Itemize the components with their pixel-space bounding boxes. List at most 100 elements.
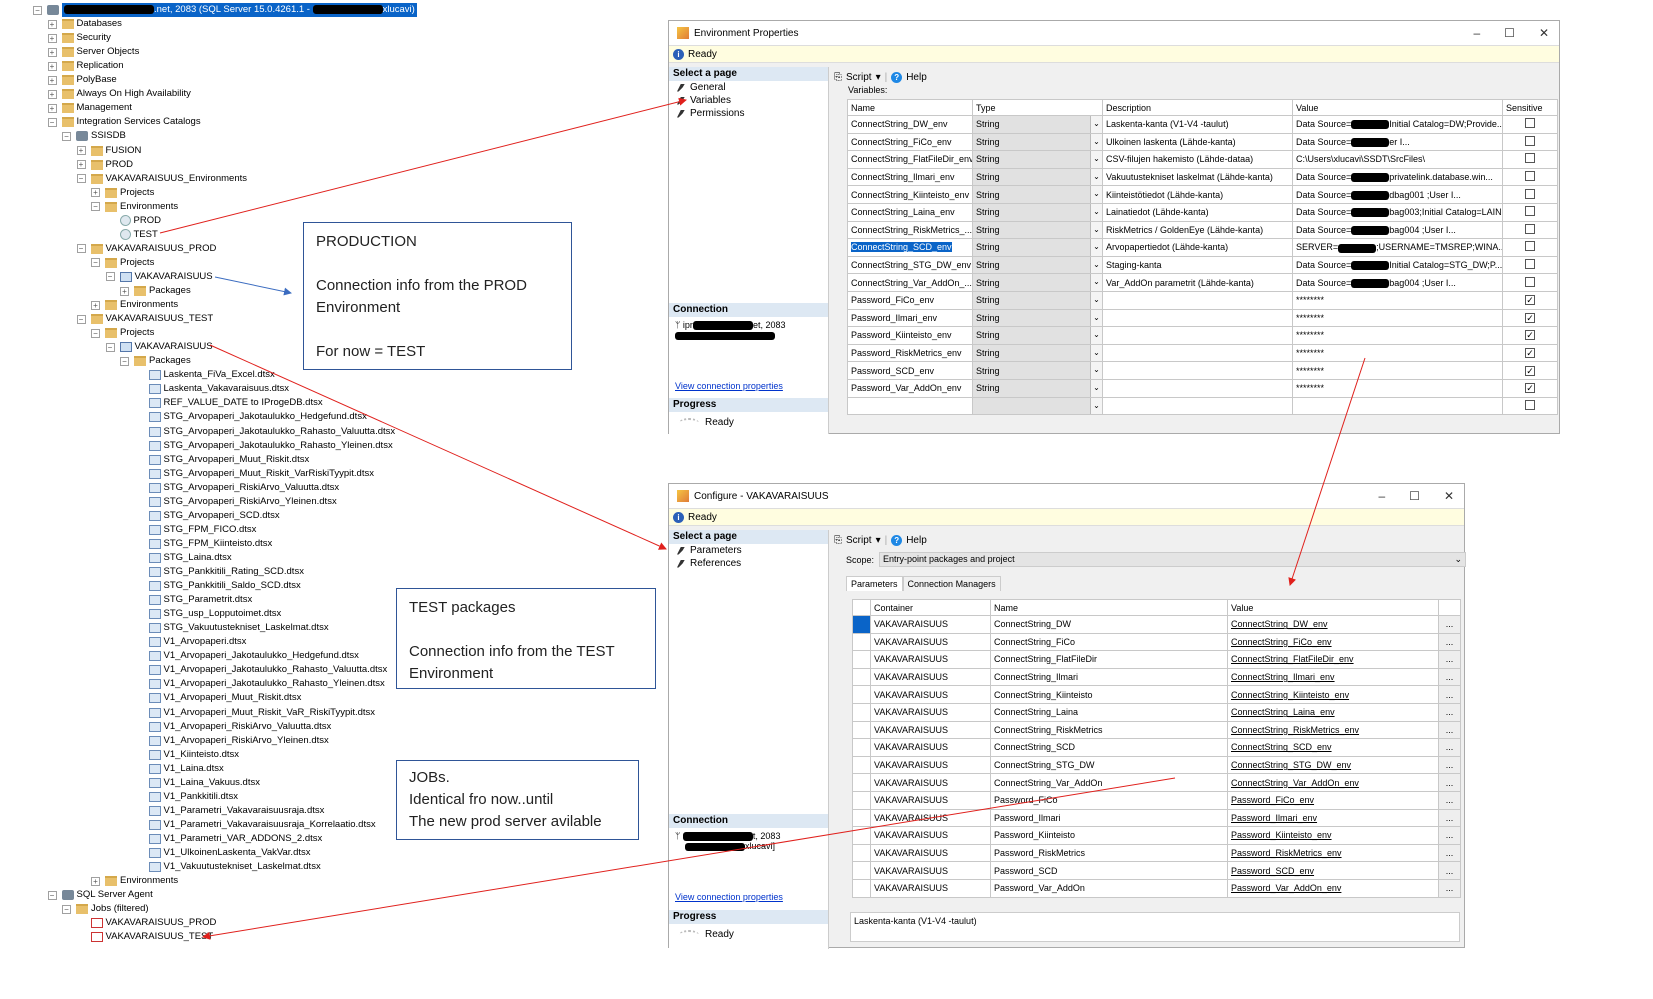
page-general[interactable]: General bbox=[669, 81, 828, 94]
tree-node[interactable]: − VAKAVARAISUUS_Environments bbox=[76, 172, 247, 186]
variable-value[interactable]: Data Source= dbag001 ;User I... bbox=[1292, 185, 1503, 204]
row-header[interactable] bbox=[852, 615, 871, 634]
edit-value-button[interactable]: ... bbox=[1438, 790, 1461, 810]
page-variables[interactable]: Variables bbox=[669, 94, 828, 107]
variable-name[interactable]: ConnectString_DW_env bbox=[847, 115, 973, 134]
sensitive-checkbox[interactable] bbox=[1525, 241, 1535, 252]
table-row[interactable]: VAKAVARAISUUS ConnectString_DW ConnectStri… bbox=[852, 615, 1461, 634]
edit-value-button[interactable]: ... bbox=[1438, 861, 1461, 880]
page-references[interactable]: References bbox=[669, 557, 828, 570]
expand-icon[interactable]: + bbox=[91, 876, 100, 886]
tree-node[interactable]: − Projects bbox=[91, 256, 154, 270]
variable-description[interactable] bbox=[1102, 361, 1293, 380]
chevron-down-icon[interactable]: ⌄ bbox=[1090, 310, 1102, 326]
chevron-down-icon[interactable]: ⌄ bbox=[1090, 169, 1102, 185]
variable-name[interactable]: ConnectString_STG_DW_env bbox=[847, 255, 973, 275]
table-row[interactable]: VAKAVARAISUUS ConnectString_Var_AddOn Conn… bbox=[852, 773, 1461, 792]
edit-value-button[interactable]: ... bbox=[1438, 773, 1461, 792]
tree-node[interactable]: V1_Parametri_VAR_ADDONS_2.dtsx bbox=[135, 832, 322, 846]
column-header[interactable]: Container bbox=[870, 599, 991, 616]
sensitive-checkbox[interactable]: ✓ bbox=[1525, 365, 1535, 376]
variable-type-select[interactable]: String ⌄ bbox=[972, 220, 1103, 240]
tree-node[interactable]: STG_Arvopaperi_Jakotaulukko_Rahasto_Ylei… bbox=[135, 439, 393, 453]
tree-node[interactable]: V1_Parametri_Vakavaraisuusraja.dtsx bbox=[135, 804, 324, 818]
tree-node[interactable]: − Jobs (filtered) bbox=[62, 902, 149, 916]
row-header[interactable] bbox=[852, 720, 871, 740]
variable-type-select[interactable]: String ⌄ bbox=[972, 378, 1103, 398]
table-row[interactable]: VAKAVARAISUUS Password_Ilmari Password_Ilm… bbox=[852, 808, 1461, 828]
chevron-down-icon[interactable]: ⌄ bbox=[1090, 362, 1102, 379]
tree-node[interactable]: REF_VALUE_DATE to IProgeDB.dtsx bbox=[135, 396, 323, 410]
variable-value[interactable]: ******** bbox=[1292, 378, 1503, 398]
row-header[interactable] bbox=[852, 861, 871, 880]
row-header[interactable] bbox=[852, 755, 871, 775]
table-row[interactable]: Password_RiskMetrics_env String ⌄ ******** ✓ bbox=[847, 343, 1558, 363]
variable-type-select[interactable]: String ⌄ bbox=[972, 255, 1103, 275]
table-row[interactable]: VAKAVARAISUUS Password_Kiinteisto Password… bbox=[852, 826, 1461, 845]
row-header[interactable] bbox=[852, 826, 871, 845]
chevron-down-icon[interactable]: ⌄ bbox=[1090, 116, 1102, 133]
table-row[interactable]: ConnectString_SCD_env String ⌄ Arvopapertie… bbox=[847, 238, 1558, 257]
collapse-icon[interactable]: − bbox=[120, 356, 129, 366]
tree-node[interactable]: + Packages bbox=[120, 284, 191, 298]
table-row[interactable]: VAKAVARAISUUS ConnectString_STG_DW Connect… bbox=[852, 755, 1461, 775]
expand-icon[interactable]: + bbox=[76, 160, 86, 170]
expand-icon[interactable]: + bbox=[91, 188, 100, 198]
table-row[interactable]: ConnectString_Laina_env String ⌄ Lainatiedo… bbox=[847, 202, 1558, 222]
tree-node[interactable]: − VAKAVARAISUUS_TEST bbox=[76, 312, 213, 326]
parameter-value[interactable]: Password_FiCo_env bbox=[1227, 790, 1439, 810]
table-row[interactable]: VAKAVARAISUUS ConnectString_Ilmari Connect… bbox=[852, 667, 1461, 687]
tree-node[interactable]: − VAKAVARAISUUS bbox=[105, 340, 213, 354]
variable-description[interactable] bbox=[1102, 326, 1293, 345]
edit-value-button[interactable]: ... bbox=[1438, 808, 1461, 828]
tree-node[interactable]: + Databases bbox=[47, 17, 122, 31]
tree-node[interactable]: V1_Arvopaperi_Jakotaulukko_Rahasto_Ylein… bbox=[135, 677, 385, 691]
parameter-value[interactable]: ConnectString_SCD_env bbox=[1227, 738, 1439, 757]
edit-value-button[interactable]: ... bbox=[1438, 826, 1461, 845]
parameter-value[interactable]: Password_SCD_env bbox=[1227, 861, 1439, 880]
variable-description[interactable] bbox=[1102, 396, 1293, 416]
server-label[interactable]: .net, 2083 (SQL Server 15.0.4261.1 - xlu… bbox=[62, 3, 417, 17]
chevron-down-icon[interactable]: ⌄ bbox=[1090, 257, 1102, 273]
edit-value-button[interactable]: ... bbox=[1438, 738, 1461, 757]
sensitive-checkbox[interactable] bbox=[1525, 206, 1535, 217]
collapse-icon[interactable]: − bbox=[91, 328, 100, 338]
variable-name[interactable]: Password_FiCo_env bbox=[847, 290, 973, 310]
tree-node[interactable]: STG_Arvopaperi_Muut_Riskit_VarRiskiTyypi… bbox=[135, 467, 374, 481]
parameter-value[interactable]: ConnectString_Var_AddOn_env bbox=[1227, 773, 1439, 792]
table-row[interactable]: VAKAVARAISUUS ConnectString_FiCo ConnectSt… bbox=[852, 632, 1461, 652]
collapse-icon[interactable]: − bbox=[91, 258, 100, 268]
tree-node[interactable]: Laskenta_Vakavaraisuus.dtsx bbox=[135, 382, 289, 396]
collapse-icon[interactable]: − bbox=[33, 5, 42, 15]
tree-node[interactable]: STG_Parametrit.dtsx bbox=[135, 593, 252, 607]
table-row[interactable]: VAKAVARAISUUS ConnectString_Kiinteisto Con… bbox=[852, 685, 1461, 704]
script-button[interactable]: Script bbox=[846, 535, 872, 546]
variable-name[interactable]: ConnectString_SCD_env bbox=[847, 238, 973, 257]
variable-value[interactable]: C:\Users\xlucavi\SSDT\SrcFiles\ bbox=[1292, 150, 1503, 169]
edit-value-button[interactable]: ... bbox=[1438, 843, 1461, 863]
table-row[interactable]: ConnectString_Kiinteisto_env String ⌄ Kiint… bbox=[847, 185, 1558, 204]
variable-name[interactable]: Password_Var_AddOn_env bbox=[847, 378, 973, 398]
variable-name[interactable]: ConnectString_FlatFileDir_env bbox=[847, 150, 973, 169]
sensitive-checkbox[interactable] bbox=[1525, 399, 1535, 410]
table-row[interactable]: VAKAVARAISUUS Password_RiskMetrics Passwor… bbox=[852, 843, 1461, 863]
chevron-down-icon[interactable]: ⌄ bbox=[1090, 292, 1102, 309]
chevron-down-icon[interactable]: ⌄ bbox=[1090, 222, 1102, 238]
column-header[interactable]: Description bbox=[1102, 99, 1293, 116]
row-header[interactable] bbox=[852, 878, 871, 898]
collapse-icon[interactable]: − bbox=[76, 174, 86, 184]
chevron-down-icon[interactable]: ⌄ bbox=[1090, 380, 1102, 397]
collapse-icon[interactable]: − bbox=[76, 244, 86, 254]
chevron-down-icon[interactable]: ⌄ bbox=[1090, 274, 1102, 291]
variable-type-select[interactable]: String ⌄ bbox=[972, 326, 1103, 345]
variable-type-select[interactable]: String ⌄ bbox=[972, 273, 1103, 292]
tree-node[interactable]: + Environments bbox=[91, 298, 178, 312]
tree-node[interactable]: STG_usp_Lopputoimet.dtsx bbox=[135, 607, 281, 621]
variable-description[interactable] bbox=[1102, 290, 1293, 310]
tree-node[interactable]: + Replication bbox=[47, 59, 124, 73]
scope-select[interactable]: Entry-point packages and project ⌄ bbox=[879, 552, 1466, 567]
parameter-value[interactable]: Password_RiskMetrics_env bbox=[1227, 843, 1439, 863]
variable-value[interactable]: ******** bbox=[1292, 361, 1503, 380]
tree-node[interactable]: TEST bbox=[106, 228, 158, 242]
tree-node[interactable]: + Server Objects bbox=[47, 45, 139, 59]
